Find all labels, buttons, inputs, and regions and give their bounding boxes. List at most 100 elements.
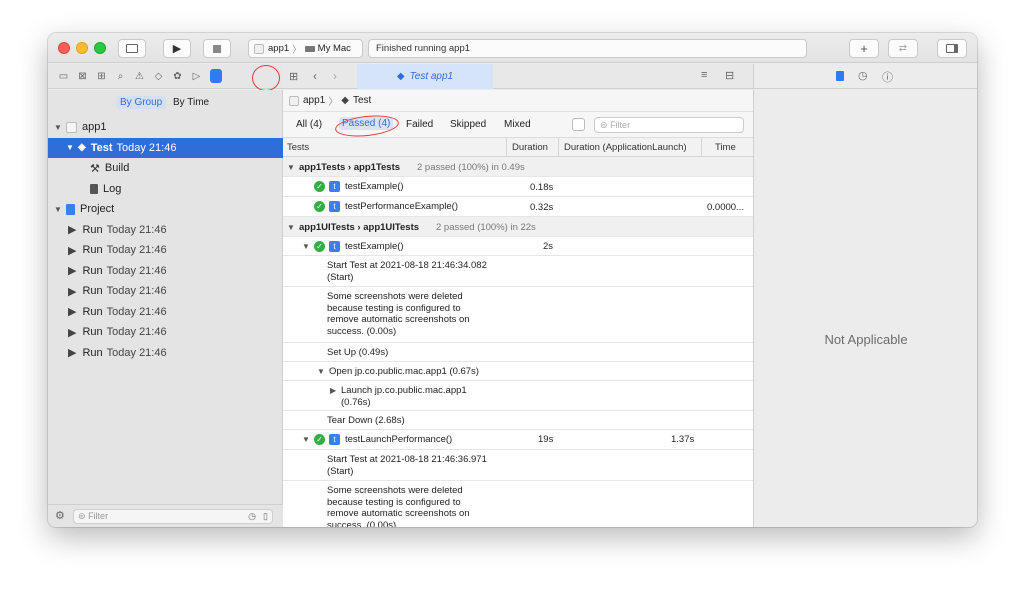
filter-field[interactable]: ⊜ Filter ◷ ▯ xyxy=(73,509,273,524)
disclosure-triangle-icon[interactable]: ▼ xyxy=(54,205,66,214)
disclosure-triangle-icon[interactable]: ▼ xyxy=(54,123,66,132)
recent-icon[interactable]: ◷ xyxy=(248,510,256,523)
navigator-item-time: Today 21:46 xyxy=(106,285,167,297)
split-editor-icon[interactable]: ⊟ xyxy=(725,69,734,82)
filter-failed[interactable]: Failed xyxy=(406,119,433,130)
breadcrumb-app[interactable]: app1 xyxy=(303,95,325,106)
library-button[interactable]: + xyxy=(849,39,879,58)
debug-icon[interactable]: ✿ xyxy=(168,71,187,82)
close-button[interactable] xyxy=(58,42,70,54)
help-icon[interactable]: ⓘ xyxy=(882,69,893,85)
activity-text: Launch jp.co.public.mac.app1 (0.76s) xyxy=(341,385,467,408)
navigator-item-label: Project xyxy=(80,203,115,215)
filter-skipped[interactable]: Skipped xyxy=(450,119,486,130)
disclosure-triangle-icon[interactable]: ▼ xyxy=(317,367,329,376)
navigator-item[interactable]: ▶ Run Today 21:46 xyxy=(48,322,283,342)
test-duration: 2s xyxy=(543,241,554,252)
test-diamond-icon: ◆ xyxy=(78,142,86,153)
test-row[interactable]: ▼ ✓ t testLaunchPerformance() 19s 1.37s xyxy=(283,430,753,450)
source-control-icon[interactable]: ⊠ xyxy=(73,71,92,82)
code-review-button[interactable]: ⇄ xyxy=(888,39,918,58)
test-icon[interactable]: ◇ xyxy=(149,71,168,82)
test-row[interactable]: ✓ t testPerformanceExample() 0.32s 0.0000.… xyxy=(283,197,753,217)
breadcrumb: app1 〉 ◆ Test xyxy=(283,90,753,112)
folder-icon[interactable]: ▭ xyxy=(54,71,73,82)
checkbox[interactable] xyxy=(572,118,585,131)
back-icon[interactable]: ‹ xyxy=(313,69,317,83)
navigator-item[interactable]: ▶ Run Today 21:46 xyxy=(48,302,283,322)
test-row[interactable]: ✓ t testExample() 0.18s xyxy=(283,177,753,197)
scheme-selector[interactable]: app1 〉 My Mac xyxy=(248,39,363,58)
navigator-item[interactable]: ▼ app1 xyxy=(48,117,283,137)
passed-check-icon: ✓ xyxy=(314,181,325,192)
navigator-item[interactable]: ▶ Run Today 21:46 xyxy=(48,220,283,240)
search-field[interactable]: ⊜ Filter xyxy=(594,117,744,133)
activity-row[interactable]: ▼ Open jp.co.public.mac.app1 (0.67s) xyxy=(283,362,753,381)
passed-check-icon: ✓ xyxy=(314,434,325,445)
navigator-item-time: Today 21:46 xyxy=(106,346,167,359)
group-summary: 2 passed (100%) in 22s xyxy=(436,222,536,233)
disclosure-triangle-icon[interactable]: ▼ xyxy=(287,163,299,172)
stop-button[interactable] xyxy=(203,39,231,58)
zoom-button[interactable] xyxy=(94,42,106,54)
filter-icon: ⊜ xyxy=(600,120,608,130)
navigator-item[interactable]: ⚒ Build xyxy=(48,158,283,178)
activity-row[interactable]: Some screenshots were deleted because te… xyxy=(283,287,753,343)
disclosure-triangle-icon[interactable]: ▼ xyxy=(287,223,299,232)
run-button[interactable]: ▶ xyxy=(163,39,191,58)
inspector-toggle-button[interactable] xyxy=(937,39,967,58)
col-duration-launch[interactable]: Duration (ApplicationLaunch) xyxy=(564,142,687,153)
settings-icon[interactable]: ⚙ xyxy=(55,509,65,522)
chevron-right-icon: 〉 xyxy=(292,44,302,56)
grid-icon[interactable]: ⊞ xyxy=(289,70,298,83)
file-inspector-icon[interactable] xyxy=(836,71,844,81)
activity-row[interactable]: Set Up (0.49s) xyxy=(283,343,753,362)
activity-row[interactable]: Some screenshots were deleted because te… xyxy=(283,481,753,527)
editor-options-icon[interactable]: ≡ xyxy=(701,69,707,81)
navigator-item[interactable]: ▼ Project xyxy=(48,199,283,219)
log-icon xyxy=(90,183,98,194)
navigator-item-label: Run xyxy=(82,285,103,297)
not-applicable-label: Not Applicable xyxy=(824,332,908,347)
symbol-icon[interactable]: ⊞ xyxy=(92,71,111,82)
activity-row[interactable]: Start Test at 2021-08-18 21:46:36.971 (S… xyxy=(283,450,753,481)
navigator-item[interactable]: Log xyxy=(48,179,283,199)
by-time-tab[interactable]: By Time xyxy=(173,96,209,109)
play-icon: ▶ xyxy=(68,326,77,339)
navigator-item[interactable]: ▼ ◆ Test Today 21:46 xyxy=(48,137,283,158)
test-duration: 19s xyxy=(538,434,554,445)
disclosure-triangle-icon[interactable]: ▼ xyxy=(66,143,78,152)
history-icon[interactable]: ◷ xyxy=(858,69,868,82)
navigator-item[interactable]: ▶ Run Today 21:46 xyxy=(48,343,283,363)
forward-icon[interactable]: › xyxy=(333,69,337,83)
search-icon[interactable]: ⌕ xyxy=(111,71,130,82)
navigator-item[interactable]: ▶ Run Today 21:46 xyxy=(48,240,283,260)
warning-icon[interactable]: ⚠ xyxy=(130,71,149,82)
test-group-row[interactable]: ▼ app1Tests › app1Tests 2 passed (100%) i… xyxy=(283,157,753,177)
navigator-item[interactable]: ▶ Run Today 21:46 xyxy=(48,281,283,301)
activity-status: Finished running app1 xyxy=(376,43,471,54)
app-icon xyxy=(66,121,77,133)
editor-tab[interactable]: ◆ Test app1 xyxy=(357,64,493,89)
activity-row[interactable]: Start Test at 2021-08-18 21:46:34.082 (S… xyxy=(283,256,753,287)
by-group-tab[interactable]: By Group xyxy=(116,96,167,109)
editor-tab-title: Test app1 xyxy=(409,71,454,82)
filter-mixed[interactable]: Mixed xyxy=(504,119,531,130)
navigator-item[interactable]: ▶ Run Today 21:46 xyxy=(48,261,283,281)
document-icon[interactable]: ▯ xyxy=(263,510,268,523)
activity-row[interactable]: Tear Down (2.68s) xyxy=(283,411,753,430)
minimize-button[interactable] xyxy=(76,42,88,54)
breakpoint-icon[interactable]: ▷ xyxy=(187,71,206,82)
disclosure-triangle-icon[interactable]: ▼ xyxy=(302,435,314,444)
col-time[interactable]: Time xyxy=(715,142,736,153)
disclosure-triangle-icon[interactable]: ▼ xyxy=(302,242,314,251)
col-duration[interactable]: Duration xyxy=(512,142,548,153)
test-group-row[interactable]: ▼ app1UITests › app1UITests 2 passed (100… xyxy=(283,217,753,237)
col-tests[interactable]: Tests xyxy=(287,142,309,153)
navigator-toggle-button[interactable] xyxy=(118,39,146,58)
breadcrumb-test[interactable]: Test xyxy=(353,95,371,106)
report-navigator-icon[interactable] xyxy=(210,69,222,83)
filter-all[interactable]: All (4) xyxy=(296,119,322,130)
activity-row[interactable]: ▶ Launch jp.co.public.mac.app1 (0.76s) xyxy=(283,381,753,411)
test-row[interactable]: ▼ ✓ t testExample() 2s xyxy=(283,237,753,256)
